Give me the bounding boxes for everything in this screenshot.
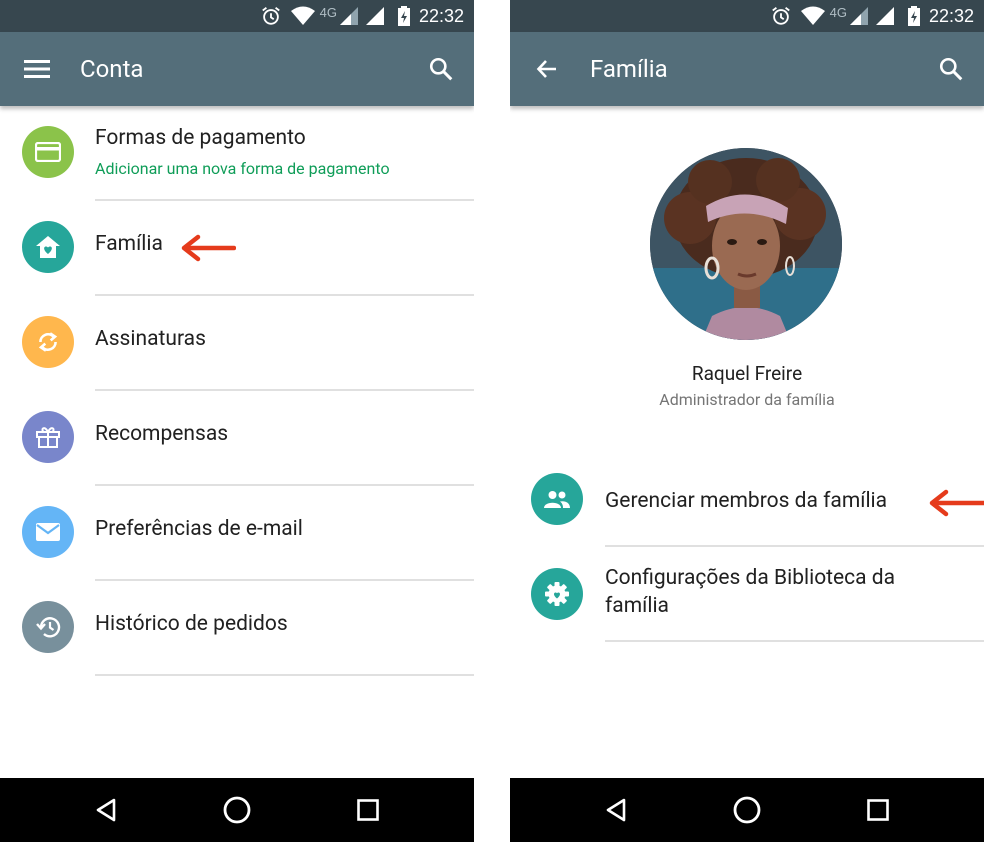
status-bar: 4G 22:32 [510,0,984,32]
divider [95,674,474,676]
menu-item-sublabel[interactable]: Adicionar uma nova forma de pagamento [95,159,390,178]
profile-name: Raquel Freire [691,362,803,385]
menu-item-payment-methods[interactable]: Formas de pagamento Adicionar uma nova f… [0,106,474,201]
family-home-icon [22,221,74,273]
wifi-icon [800,6,825,25]
recents-square-icon [357,799,379,821]
back-arrow-icon [536,60,556,78]
screen-conta: 4G 22:32 Conta Formas de pagamento Adici… [0,0,474,842]
account-menu-list: Formas de pagamento Adicionar uma nova f… [0,106,474,676]
screen-familia: 4G 22:32 Família Raquel Freire Administr… [510,0,984,842]
battery-icon [397,6,410,26]
menu-item-label: Formas de pagamento [95,126,306,150]
profile-photo [650,148,842,340]
network-type: 4G [319,4,337,20]
sync-icon [22,316,74,368]
network-type: 4G [829,4,847,20]
family-admin-profile: Raquel Freire Administrador da família [510,106,984,426]
status-bar: 4G 22:32 [0,0,474,32]
annotation-arrow [181,234,236,262]
divider [605,640,984,642]
back-triangle-icon [96,798,116,822]
back-triangle-icon [606,798,626,822]
menu-item-label: Histórico de pedidos [95,612,288,636]
menu-item-rewards[interactable]: Recompensas [0,391,474,486]
menu-item-label: Família [95,232,163,256]
system-nav-bar [510,778,984,842]
app-toolbar: Conta [0,32,474,106]
home-nav-button[interactable] [731,794,763,826]
menu-item-order-history[interactable]: Histórico de pedidos [0,581,474,676]
credit-card-icon [22,126,74,178]
clock: 22:32 [928,5,974,26]
signal-icon-2 [365,7,384,25]
home-nav-button[interactable] [221,794,253,826]
system-nav-bar [0,778,474,842]
recents-nav-button[interactable] [352,794,384,826]
mail-icon [22,506,74,558]
search-icon [939,57,963,81]
recents-square-icon [867,799,889,821]
page-title: Conta [80,55,144,83]
recents-nav-button[interactable] [862,794,894,826]
menu-item-label: Recompensas [95,422,229,446]
menu-item-label: Gerenciar membros da família [605,489,888,513]
menu-item-label: Preferências de e-mail [95,517,303,541]
history-icon [22,601,74,653]
clock: 22:32 [418,5,464,26]
menu-item-manage-family-members[interactable]: Gerenciar membros da família [510,452,984,547]
profile-role: Administrador da família [659,390,835,409]
search-button[interactable] [936,54,966,84]
settings-icon [531,568,583,620]
menu-item-subscriptions[interactable]: Assinaturas [0,296,474,391]
menu-item-family-library-settings[interactable]: Configurações da Biblioteca da família [510,547,984,642]
home-circle-icon [733,796,761,824]
signal-icon-1 [339,7,358,25]
menu-item-family[interactable]: Família [0,201,474,296]
search-icon [429,57,453,81]
menu-item-label: Assinaturas [95,327,206,351]
menu-icon [24,60,50,78]
signal-icon-2 [875,7,894,25]
back-nav-button[interactable] [90,794,122,826]
menu-item-email-preferences[interactable]: Preferências de e-mail [0,486,474,581]
alarm-icon [771,7,790,25]
home-circle-icon [223,796,251,824]
signal-icon-1 [849,7,868,25]
back-nav-button[interactable] [600,794,632,826]
battery-icon [907,6,920,26]
search-button[interactable] [426,54,456,84]
back-button[interactable] [532,54,562,84]
group-icon [531,473,583,525]
menu-button[interactable] [22,54,52,84]
annotation-arrow [929,489,984,517]
app-toolbar: Família [510,32,984,106]
menu-item-label: Configurações da Biblioteca da família [605,566,896,618]
avatar [650,148,842,340]
wifi-icon [290,6,315,25]
gift-icon [22,411,74,463]
family-options-list: Gerenciar membros da família Configuraçõ… [510,452,984,642]
alarm-icon [261,7,280,25]
page-title: Família [590,55,668,83]
